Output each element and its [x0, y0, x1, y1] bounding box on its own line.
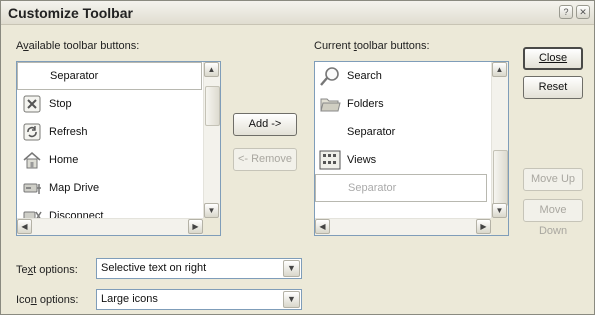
close-button[interactable]: Close [523, 47, 583, 70]
scroll-down-arrow-icon[interactable]: ▼ [492, 203, 507, 218]
chevron-down-icon[interactable]: ▼ [283, 291, 300, 308]
list-item-label: Views [347, 154, 377, 166]
current-buttons-list[interactable]: Search Folders Separator Views Separator [314, 61, 509, 236]
list-item-label: Folders [347, 98, 384, 110]
scroll-corner [491, 218, 508, 235]
remove-button[interactable]: <- Remove [233, 148, 297, 171]
disconnect-icon [21, 205, 43, 218]
views-icon [319, 149, 341, 171]
stop-icon [21, 93, 43, 115]
scroll-left-arrow-icon[interactable]: ◀ [315, 219, 330, 234]
add-button[interactable]: Add -> [233, 113, 297, 136]
current-vertical-scrollbar[interactable]: ▲ ▼ [491, 62, 508, 218]
list-item-disconnect[interactable]: Disconnect [17, 202, 203, 218]
list-item-home[interactable]: Home [17, 146, 203, 174]
list-item-label: Separator [348, 182, 397, 194]
scroll-up-arrow-icon[interactable]: ▲ [492, 62, 507, 77]
customize-toolbar-dialog: Customize Toolbar ? ✕ Available toolbar … [0, 0, 595, 315]
list-item-folders[interactable]: Folders [315, 90, 491, 118]
available-buttons-label: Available toolbar buttons: [16, 40, 140, 52]
available-horizontal-scrollbar[interactable]: ◀ ▶ [17, 218, 203, 235]
scroll-corner [203, 218, 220, 235]
reset-button[interactable]: Reset [523, 76, 583, 99]
text-options-label: Text options: [16, 264, 78, 276]
list-item-label: Disconnect [49, 210, 104, 218]
map-drive-icon [21, 177, 43, 199]
list-item-separator[interactable]: Separator [17, 62, 202, 90]
current-items: Search Folders Separator Views Separator [315, 62, 491, 218]
move-down-button[interactable]: Move Down [523, 199, 583, 237]
list-item-label: Separator [50, 70, 99, 82]
scroll-left-arrow-icon[interactable]: ◀ [17, 219, 32, 234]
list-item-views[interactable]: Views [315, 146, 491, 174]
scroll-up-arrow-icon[interactable]: ▲ [204, 62, 219, 77]
available-vertical-scrollbar[interactable]: ▲ ▼ [203, 62, 220, 218]
list-item-stop[interactable]: Stop [17, 90, 203, 118]
help-button[interactable]: ? [559, 5, 573, 19]
folders-icon [319, 93, 341, 115]
text-options-dropdown[interactable]: Selective text on right ▼ [96, 258, 302, 279]
list-item-label: Home [49, 154, 79, 166]
scroll-right-arrow-icon[interactable]: ▶ [476, 219, 491, 234]
scroll-right-arrow-icon[interactable]: ▶ [188, 219, 203, 234]
icon-options-label: Icon options: [16, 294, 79, 306]
scroll-down-arrow-icon[interactable]: ▼ [204, 203, 219, 218]
refresh-icon [21, 121, 43, 143]
list-item-refresh[interactable]: Refresh [17, 118, 203, 146]
list-item-separator[interactable]: Separator [315, 174, 487, 202]
close-window-button[interactable]: ✕ [576, 5, 590, 19]
dialog-title: Customize Toolbar [8, 5, 133, 21]
list-item-label: Separator [347, 126, 396, 138]
list-item-map-drive[interactable]: Map Drive [17, 174, 203, 202]
text-options-value: Selective text on right [101, 262, 207, 274]
list-item-separator[interactable]: Separator [315, 118, 491, 146]
chevron-down-icon[interactable]: ▼ [283, 260, 300, 277]
move-up-button[interactable]: Move Up [523, 168, 583, 191]
current-horizontal-scrollbar[interactable]: ◀ ▶ [315, 218, 491, 235]
available-buttons-list[interactable]: Separator Stop Refresh Home Map Drive Di… [16, 61, 221, 236]
available-items: Separator Stop Refresh Home Map Drive Di… [17, 62, 203, 218]
icon-options-dropdown[interactable]: Large icons ▼ [96, 289, 302, 310]
scroll-thumb[interactable] [493, 150, 508, 206]
icon-options-value: Large icons [101, 293, 158, 305]
close-button-label: Close [538, 52, 568, 64]
search-icon [319, 65, 341, 87]
title-bar: Customize Toolbar ? ✕ [1, 1, 594, 25]
list-item-search[interactable]: Search [315, 62, 491, 90]
current-buttons-label: Current toolbar buttons: [314, 40, 430, 52]
list-item-label: Stop [49, 98, 72, 110]
list-item-label: Refresh [49, 126, 88, 138]
home-icon [21, 149, 43, 171]
list-item-label: Search [347, 70, 382, 82]
list-item-label: Map Drive [49, 182, 100, 194]
scroll-thumb[interactable] [205, 86, 220, 126]
